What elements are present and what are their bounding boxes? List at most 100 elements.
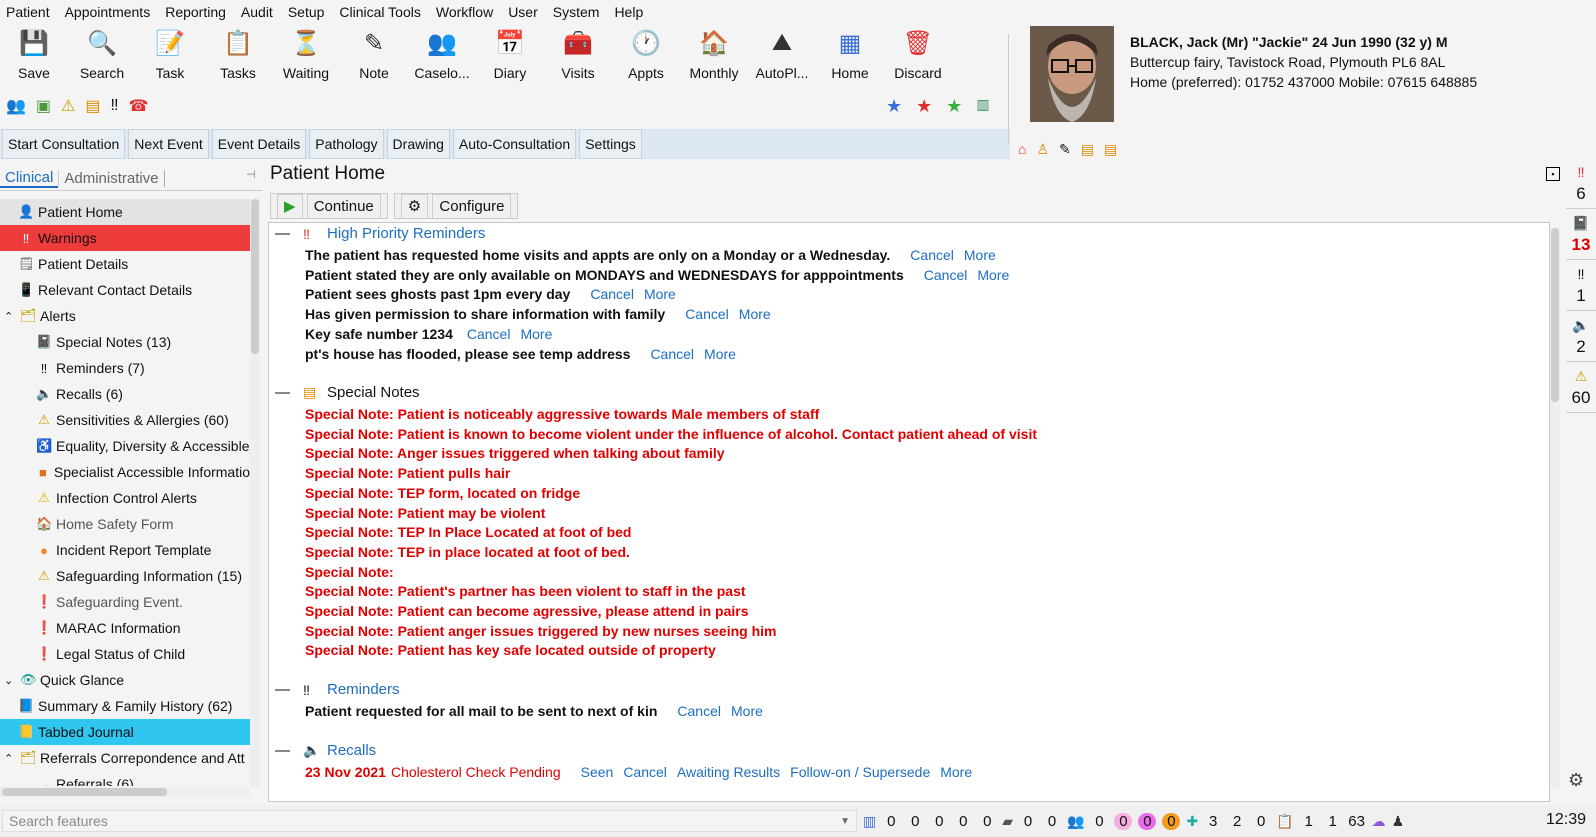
continue-button[interactable]: ▶ Continue [270,193,388,219]
menu-item-clinical-tools[interactable]: Clinical Tools [339,4,420,20]
allergy-icon[interactable]: ⚠ [61,96,75,116]
special-note-icon[interactable]: ▤ [1104,141,1117,158]
collapse-chevron-icon[interactable]: ⌃ [4,752,16,765]
visits-button[interactable]: 🧰 Visits [544,28,612,90]
section-title[interactable]: Recalls [327,742,376,759]
sidebar-item-marac-information[interactable]: ❗ MARAC Information [0,615,250,641]
recall-link-awaiting-results[interactable]: Awaiting Results [677,764,780,780]
phone-icon[interactable]: ☎ [129,96,149,116]
configure-button[interactable]: ⚙ Configure [393,193,519,219]
menu-item-workflow[interactable]: Workflow [436,4,493,20]
expand-chevron-icon[interactable]: ⌄ [4,674,16,687]
collapse-icon[interactable]: — [275,742,290,759]
pen-icon[interactable]: ✎ [1059,141,1071,158]
sidebar-item-relevant-contact-details[interactable]: 📱 Relevant Contact Details [0,277,250,303]
sidebar-item-patient-details[interactable]: 🗒 Patient Details [0,251,250,277]
cancel-link[interactable]: Cancel [924,267,968,283]
sidebar-item-summary-family-history[interactable]: 📘 Summary & Family History (62) [0,693,250,719]
clipboard-icon[interactable]: 📋 [1276,813,1293,830]
special-note-icon[interactable]: ▤ [85,96,100,116]
search-button[interactable]: 🔍 Search [68,28,136,90]
medical-kit-icon[interactable]: ✚ [1186,813,1198,830]
more-link[interactable]: More [520,326,552,342]
autopl-button[interactable]: ⛰ AutoPl... [748,28,816,90]
test-tubes-icon[interactable]: ▥ [863,813,876,830]
sidebar-item-incident-report-template[interactable]: ● Incident Report Template [0,537,250,563]
note-button[interactable]: ✎ Note [340,28,408,90]
settings-gear-icon[interactable]: ⚙ [1568,770,1584,791]
house-icon[interactable]: ⌂ [1018,141,1026,158]
sidebar-item-referrals[interactable]: → Referrals (6) [0,771,250,786]
contact-card-icon[interactable]: ▣ [36,96,51,116]
discard-button[interactable]: 🗑 Discard [884,28,952,90]
recall-link-seen[interactable]: Seen [581,764,614,780]
left-horizontal-scrollbar[interactable] [0,787,250,797]
sidebar-item-safeguarding-information[interactable]: ⚠ Safeguarding Information (15) [0,563,250,589]
collapse-icon[interactable]: — [275,681,290,698]
more-link[interactable]: More [731,703,763,719]
collapse-chevron-icon[interactable]: ⌃ [4,310,16,323]
dropdown-arrow-icon[interactable]: ▼ [840,816,850,827]
more-link[interactable]: More [644,286,676,302]
cloud-icon[interactable]: ☁ [1372,813,1386,830]
sidebar-item-tabbed-journal[interactable]: 📒 Tabbed Journal [0,719,250,745]
tab-drawing[interactable]: Drawing [386,129,450,159]
sidebar-item-infection-control-alerts[interactable]: ⚠ Infection Control Alerts [0,485,250,511]
recall-link-cancel[interactable]: Cancel [623,764,667,780]
home-button[interactable]: ▦ Home [816,28,884,90]
cancel-link[interactable]: Cancel [467,326,511,342]
cancel-link[interactable]: Cancel [650,346,694,362]
pin-icon[interactable]: ⊣ [246,168,256,181]
sidebar-item-alerts[interactable]: ⌃ 🗂 Alerts [0,303,250,329]
monthly-button[interactable]: 🏠 Monthly [680,28,748,90]
menu-item-system[interactable]: System [553,4,600,20]
section-title[interactable]: Reminders [327,681,400,698]
task-button[interactable]: 📝 Task [136,28,204,90]
more-link[interactable]: More [977,267,1009,283]
reminder-icon[interactable]: ‼ [111,97,119,115]
menu-item-setup[interactable]: Setup [288,4,325,20]
save-button[interactable]: 💾 Save [0,28,68,90]
menu-item-user[interactable]: User [508,4,538,20]
user-icon[interactable]: ♟ [1392,813,1405,830]
collapse-icon[interactable]: — [275,384,290,401]
tab-pathology[interactable]: Pathology [309,129,384,159]
more-link[interactable]: More [964,247,996,263]
content-scrollbar[interactable] [1550,228,1560,788]
badge-warning[interactable]: ‼ 6 [1566,164,1596,209]
scanner-icon[interactable]: ▰ [1002,813,1013,830]
tab-start-consultation[interactable]: Start Consultation [2,129,126,159]
sidebar-item-specialist-accessible-informatio[interactable]: ■ Specialist Accessible Informatio [0,459,250,485]
badge-reminder[interactable]: ‼ 1 [1566,266,1596,311]
sidebar-item-quick-glance[interactable]: ⌄ 👁 Quick Glance [0,667,250,693]
menu-item-appointments[interactable]: Appointments [65,4,151,20]
person-icon[interactable]: ♙ [1036,141,1049,158]
badge-allergy[interactable]: ⚠ 60 [1566,368,1596,413]
chart-icon[interactable]: ▥ [976,96,989,117]
sidebar-item-referrals-correpondence-and-att[interactable]: ⌃ 🗂 Referrals Correpondence and Att [0,745,250,771]
badge-recall[interactable]: 🔈 2 [1566,317,1596,362]
sidebar-item-equality-diversity-accessible[interactable]: ♿ Equality, Diversity & Accessible [0,433,250,459]
sidebar-item-reminders[interactable]: ‼ Reminders (7) [0,355,250,381]
caselo-button[interactable]: 👥 Caselo... [408,28,476,90]
cancel-link[interactable]: Cancel [677,703,721,719]
sidebar-item-sensitivities-allergies[interactable]: ⚠ Sensitivities & Allergies (60) [0,407,250,433]
sidebar-item-special-notes[interactable]: 📓 Special Notes (13) [0,329,250,355]
cancel-link[interactable]: Cancel [685,306,729,322]
menu-item-help[interactable]: Help [614,4,643,20]
sidebar-item-recalls[interactable]: 🔈 Recalls (6) [0,381,250,407]
waiting-button[interactable]: ⏳ Waiting [272,28,340,90]
recall-link-follow-on-supersede[interactable]: Follow-on / Supersede [790,764,930,780]
sidebar-item-safeguarding-event[interactable]: ❗ Safeguarding Event. [0,589,250,615]
menu-item-audit[interactable]: Audit [241,4,273,20]
more-link[interactable]: More [739,306,771,322]
menu-item-reporting[interactable]: Reporting [165,4,226,20]
blue-star-icon[interactable]: ★ [886,96,902,117]
special-note-icon[interactable]: ▤ [1081,141,1094,158]
sidebar-item-home-safety-form[interactable]: 🏠 Home Safety Form [0,511,250,537]
left-scrollbar[interactable] [250,199,260,787]
tab-settings[interactable]: Settings [579,129,642,159]
maximize-icon[interactable]: ▪ [1546,167,1560,181]
green-star-icon[interactable]: ★ [946,96,962,117]
cancel-link[interactable]: Cancel [590,286,634,302]
